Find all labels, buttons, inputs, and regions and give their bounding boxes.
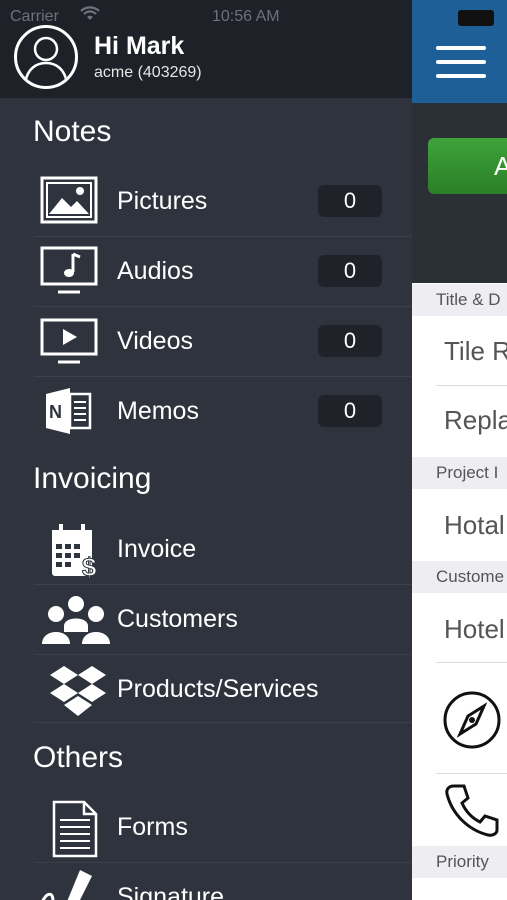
title-field[interactable]: Tile R [444, 336, 507, 367]
count-badge: 0 [318, 255, 382, 287]
section-title-others: Others [33, 741, 124, 774]
green-action-button[interactable]: A [428, 138, 507, 194]
carrier-label: Carrier [10, 8, 59, 25]
side-menu: Carrier 10:56 AM Hi Mark acme (403269) N… [0, 0, 412, 900]
greeting: Hi Mark [94, 32, 185, 60]
invoice-calendar-icon: $ [40, 522, 98, 583]
menu-item-label: Audios [117, 257, 194, 285]
phone-icon[interactable] [442, 780, 502, 840]
battery-icon [458, 10, 494, 26]
compass-icon[interactable] [442, 690, 502, 750]
svg-text:$: $ [82, 552, 97, 580]
menu-item-label: Signature [117, 883, 225, 900]
hamburger-menu-icon[interactable] [436, 44, 486, 80]
count-badge: 0 [318, 325, 382, 357]
menu-item-label: Memos [117, 397, 199, 425]
nav-bar [412, 0, 507, 103]
audio-icon [40, 244, 98, 296]
field-divider [436, 662, 507, 663]
status-time: 10:56 AM [212, 8, 280, 25]
main-content-pane[interactable]: A Title & D Tile R Repla Project I Hotal… [412, 0, 507, 900]
section-header-customer: Custome [412, 561, 507, 593]
count-badge: 0 [318, 185, 382, 217]
account-label: acme (403269) [94, 64, 202, 81]
forms-document-icon [50, 800, 108, 858]
dropbox-box-icon [48, 662, 106, 716]
project-field[interactable]: Hotal [444, 510, 505, 541]
menu-item-memos[interactable]: N Memos 0 [0, 376, 412, 446]
wifi-icon [80, 6, 100, 27]
section-header-project: Project I [412, 457, 507, 489]
video-icon [40, 314, 98, 366]
menu-item-label: Pictures [117, 187, 208, 215]
customer-field[interactable]: Hotel [444, 614, 505, 645]
menu-item-forms[interactable]: Forms [0, 792, 412, 862]
menu-item-label: Customers [117, 605, 238, 633]
pictures-icon [40, 174, 98, 226]
menu-item-videos[interactable]: Videos 0 [0, 306, 412, 376]
menu-item-label: Forms [117, 813, 188, 841]
status-bar: Carrier 10:56 AM [0, 6, 412, 28]
signature-pen-icon [36, 868, 94, 900]
action-area: A [412, 103, 507, 283]
menu-item-label: Invoice [117, 535, 197, 563]
section-header-priority: Priority [412, 846, 507, 878]
customers-icon [40, 592, 110, 644]
menu-header: Carrier 10:56 AM Hi Mark acme (403269) [0, 0, 412, 98]
menu-item-products-services[interactable]: Products/Services [0, 654, 412, 724]
memo-icon: N [40, 384, 98, 436]
menu-item-signature[interactable]: Signature [0, 862, 412, 900]
count-badge: 0 [318, 395, 382, 427]
menu-item-pictures[interactable]: Pictures 0 [0, 166, 412, 236]
section-title-notes: Notes [33, 115, 112, 148]
svg-text:N: N [49, 402, 62, 422]
menu-item-label: Videos [117, 327, 193, 355]
field-divider [436, 385, 507, 386]
avatar[interactable] [14, 25, 78, 89]
description-field[interactable]: Repla [444, 405, 507, 436]
menu-item-audios[interactable]: Audios 0 [0, 236, 412, 306]
section-header-title: Title & D [412, 284, 507, 316]
menu-item-customers[interactable]: Customers [0, 584, 412, 654]
section-title-invoicing: Invoicing [33, 462, 152, 495]
menu-item-invoice[interactable]: $ Invoice [0, 514, 412, 584]
field-divider [436, 773, 507, 774]
menu-item-label: Products/Services [117, 675, 319, 703]
divider [34, 722, 412, 723]
